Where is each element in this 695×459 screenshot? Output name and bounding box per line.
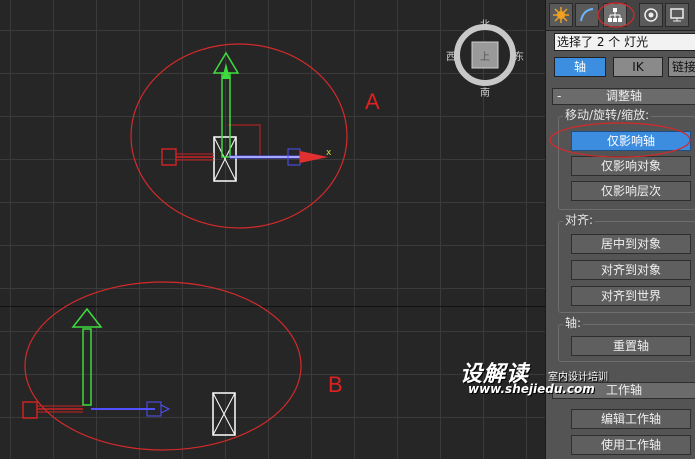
gizmo-x-label: x xyxy=(326,148,332,158)
adjust-pivot-rollout-header[interactable]: - 调整轴 xyxy=(552,88,695,105)
link-info-mode-button[interactable]: 链接信息 xyxy=(668,57,695,77)
viewcube-south[interactable]: 南 xyxy=(480,84,490,99)
rollout-title: 调整轴 xyxy=(605,89,642,103)
tab-create[interactable] xyxy=(549,3,573,27)
watermark-url: www.shejiedu.com xyxy=(468,382,595,396)
annotation-label-a: A xyxy=(365,89,380,114)
motion-icon xyxy=(644,8,658,22)
modify-icon xyxy=(580,8,594,22)
tab-display[interactable] xyxy=(665,3,689,27)
hierarchy-icon xyxy=(608,8,622,22)
move-group-label: 移动/旋转/缩放: xyxy=(563,108,652,122)
viewcube-top-face[interactable]: 上 xyxy=(480,48,490,63)
viewport[interactable]: 北 南 东 西 上 x A B xyxy=(0,0,545,459)
tab-motion[interactable] xyxy=(639,3,663,27)
viewcube-east[interactable]: 东 xyxy=(514,48,524,63)
watermark-sub: 室内设计培训 xyxy=(548,372,608,383)
affect-hierarchy-only-button[interactable]: 仅影响层次 xyxy=(571,181,691,201)
viewcube[interactable]: 北 南 东 西 上 xyxy=(440,14,530,104)
selection-name-field[interactable]: 选择了 2 个 灯光 xyxy=(554,33,695,51)
align-group-label: 对齐: xyxy=(563,213,596,227)
viewcube-west[interactable]: 西 xyxy=(446,48,456,63)
tab-modify[interactable] xyxy=(575,3,599,27)
working-pivot-title: 工作轴 xyxy=(605,383,642,397)
affect-pivot-only-button[interactable]: 仅影响轴 xyxy=(571,131,691,151)
gizmo-a[interactable]: x xyxy=(150,45,350,195)
pivot-group-label: 轴: xyxy=(563,316,584,330)
tab-hierarchy[interactable] xyxy=(603,3,627,27)
rollout-collapse-toggle[interactable]: - xyxy=(557,89,561,104)
ik-mode-button[interactable]: IK xyxy=(613,57,663,77)
reset-pivot-button[interactable]: 重置轴 xyxy=(571,336,691,356)
annotation-label-b: B xyxy=(328,372,343,397)
y-axis-arrow-a xyxy=(221,72,231,158)
create-icon xyxy=(553,7,569,23)
use-working-pivot-button[interactable]: 使用工作轴 xyxy=(571,435,691,455)
align-to-world-button[interactable]: 对齐到世界 xyxy=(571,286,691,306)
display-icon xyxy=(670,8,684,22)
pivot-mode-button[interactable]: 轴 xyxy=(554,57,606,77)
command-panel-tabs xyxy=(546,0,695,31)
center-to-object-button[interactable]: 居中到对象 xyxy=(571,234,691,254)
affect-object-only-button[interactable]: 仅影响对象 xyxy=(571,156,691,176)
gizmo-b[interactable] xyxy=(15,305,255,445)
align-to-object-button[interactable]: 对齐到对象 xyxy=(571,260,691,280)
viewcube-north[interactable]: 北 xyxy=(480,16,490,31)
edit-working-pivot-button[interactable]: 编辑工作轴 xyxy=(571,409,691,429)
